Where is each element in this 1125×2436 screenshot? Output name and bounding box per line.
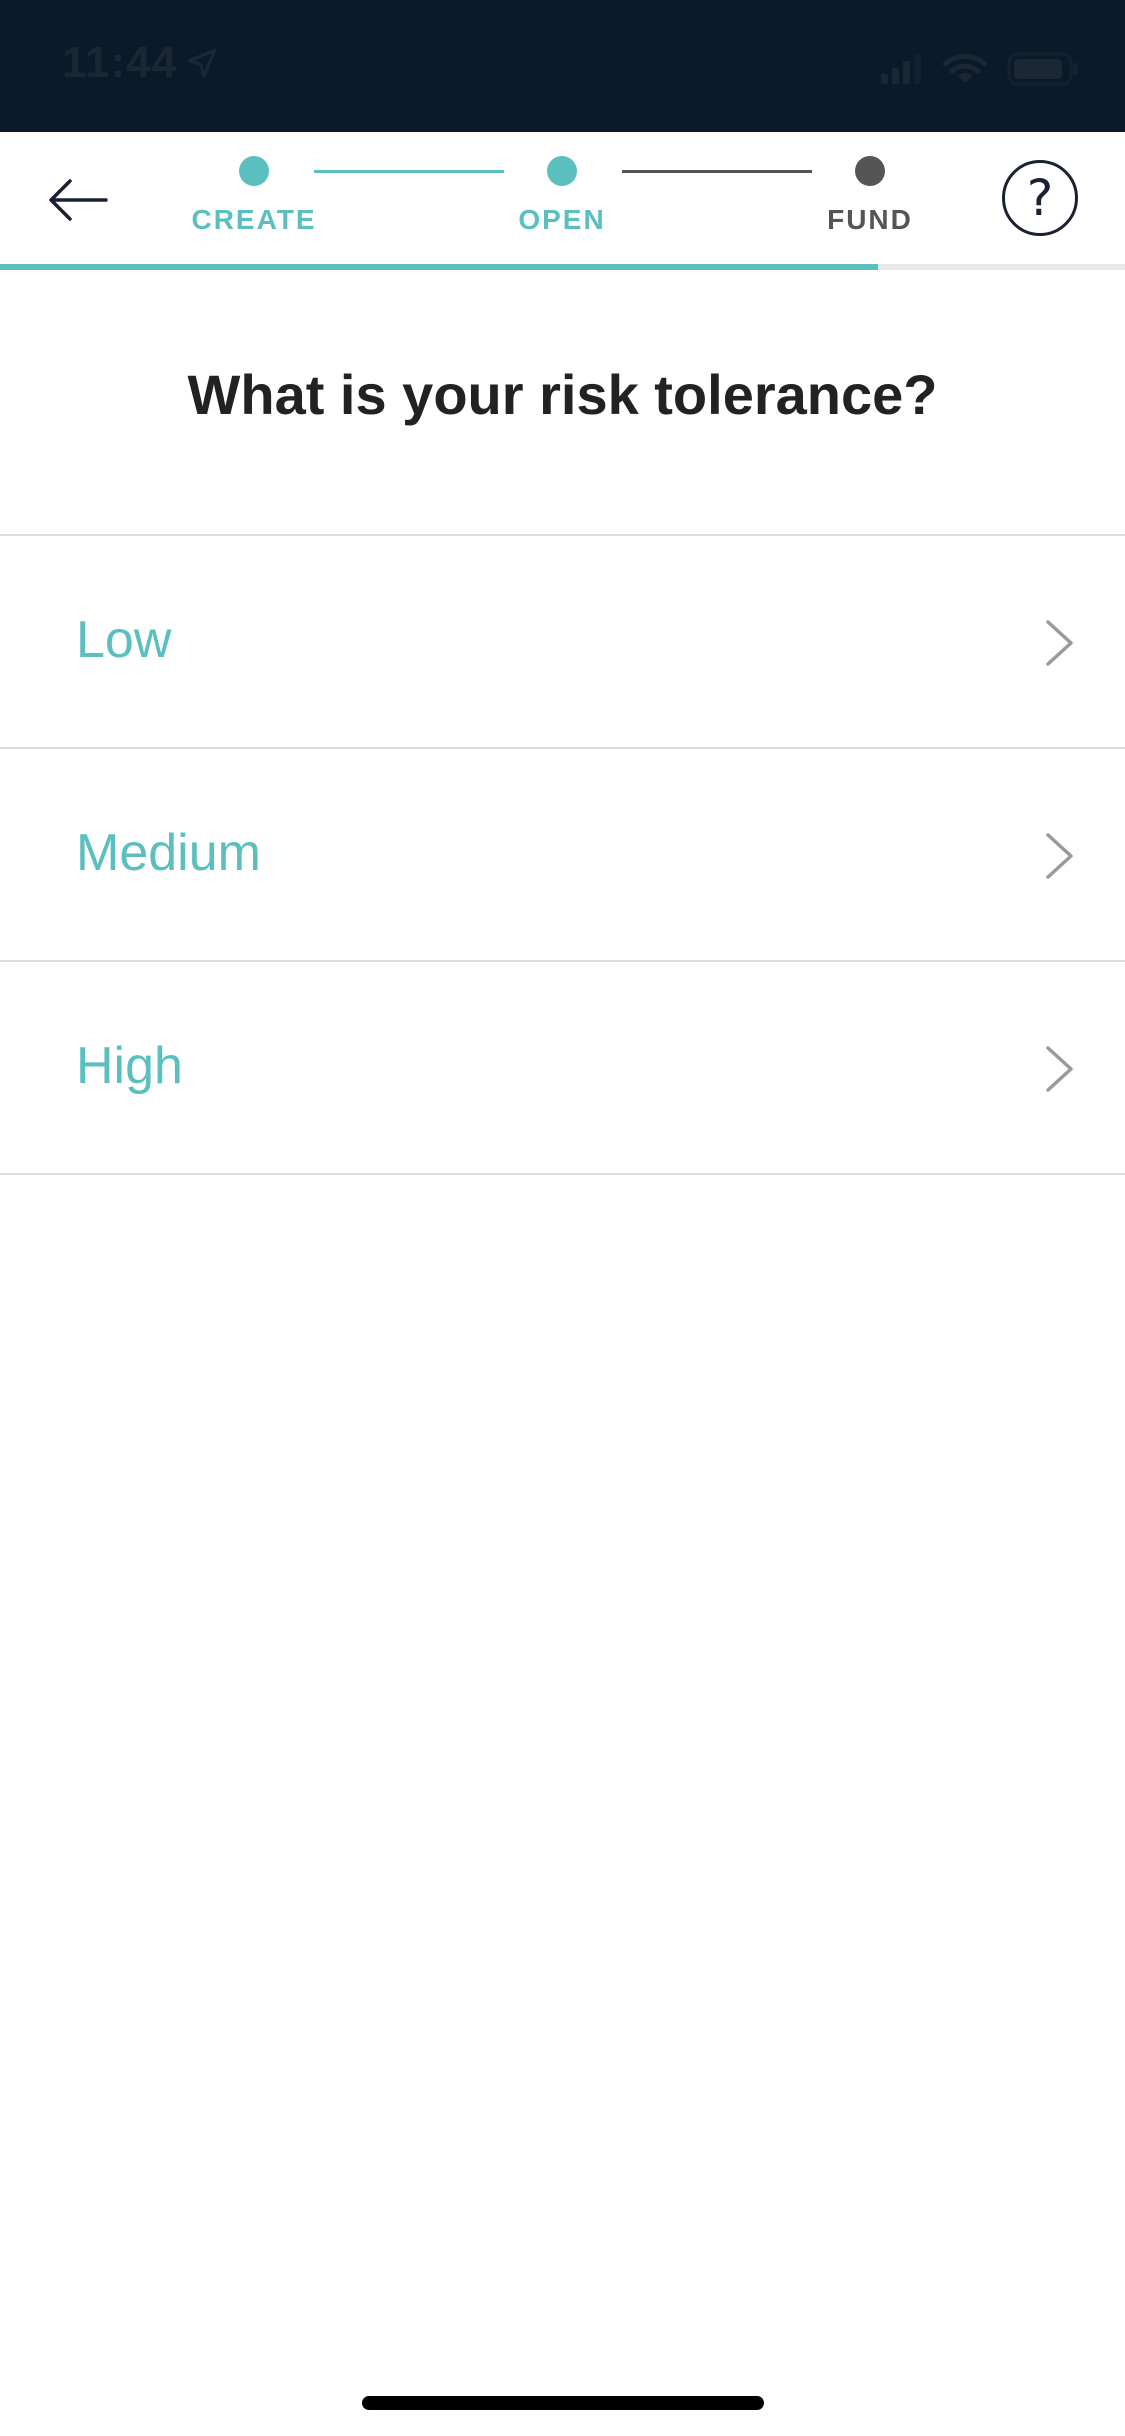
status-icons — [881, 52, 1079, 86]
chevron-right-icon — [1046, 620, 1073, 666]
wifi-icon — [943, 53, 987, 83]
step-connector-1 — [314, 170, 504, 173]
option-label: High — [76, 1037, 183, 1095]
home-indicator[interactable] — [362, 2396, 764, 2410]
step-dot-create — [239, 156, 269, 186]
status-time: 11:44 — [62, 38, 219, 88]
risk-options-list: Low Medium High — [0, 534, 1125, 1175]
status-time-text: 11:44 — [62, 38, 178, 87]
option-label: Medium — [76, 824, 261, 882]
progress-bar — [0, 264, 1125, 270]
page-title: What is your risk tolerance? — [187, 363, 938, 426]
help-button[interactable]: ? — [1002, 160, 1078, 236]
step-label-open: OPEN — [518, 204, 606, 235]
signal-icon — [881, 54, 921, 84]
status-bar: 11:44 — [0, 0, 1125, 132]
option-low[interactable]: Low — [0, 536, 1125, 749]
option-label: Low — [76, 611, 172, 669]
back-button[interactable] — [40, 162, 116, 238]
location-arrow-icon — [187, 48, 217, 78]
help-icon: ? — [1026, 169, 1054, 227]
step-dot-fund — [855, 156, 885, 186]
chevron-right-icon — [1046, 1046, 1073, 1092]
option-high[interactable]: High — [0, 962, 1125, 1175]
progress-bar-fill — [0, 264, 878, 270]
step-label-create: CREATE — [191, 204, 317, 235]
option-medium[interactable]: Medium — [0, 749, 1125, 962]
battery-icon — [1007, 52, 1078, 86]
step-connector-2 — [622, 170, 812, 173]
step-label-fund: FUND — [827, 204, 913, 235]
arrow-left-icon — [49, 179, 108, 221]
header: CREATE OPEN FUND ? — [0, 132, 1125, 268]
step-dot-open — [547, 156, 577, 186]
chevron-right-icon — [1046, 833, 1073, 879]
